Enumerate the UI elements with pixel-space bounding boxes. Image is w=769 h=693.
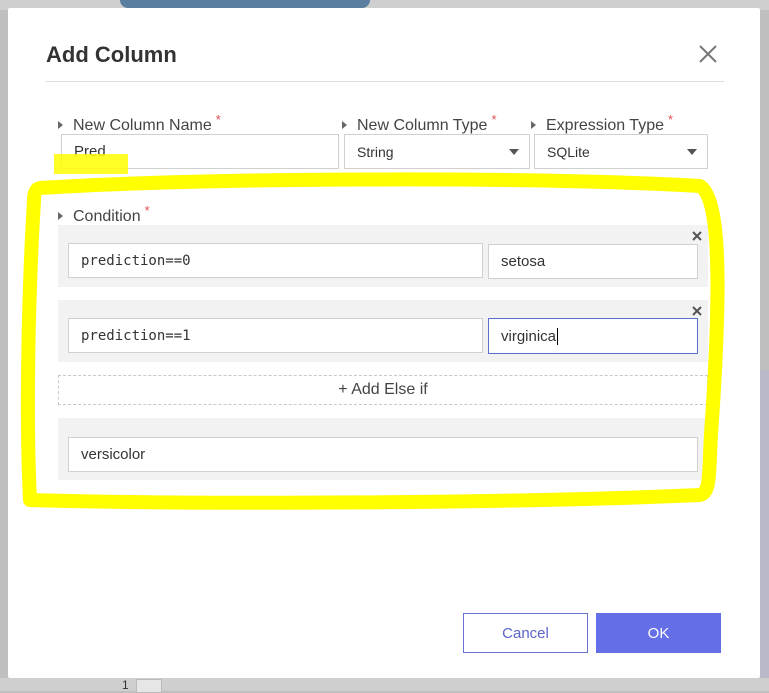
caret-icon <box>531 121 536 129</box>
caret-icon <box>58 121 63 129</box>
background-panel <box>760 370 769 691</box>
expression-type-value: SQLite <box>547 143 590 160</box>
cancel-button[interactable]: Cancel <box>463 613 588 653</box>
ok-label: OK <box>647 624 670 642</box>
ok-button[interactable]: OK <box>596 613 721 653</box>
condition-result-value: setosa <box>501 253 546 270</box>
chevron-down-icon <box>687 148 697 155</box>
condition-result-input[interactable]: setosa <box>488 244 698 279</box>
expression-type-select[interactable]: SQLite <box>534 134 708 169</box>
chevron-down-icon <box>509 148 519 155</box>
condition-label: Condition * <box>58 203 150 226</box>
title-divider <box>46 81 724 82</box>
condition-expression-value: prediction==1 <box>81 327 191 344</box>
background-row-number: 1 <box>122 678 129 692</box>
required-mark: * <box>491 112 497 127</box>
condition-result-input[interactable]: virginica <box>488 318 698 354</box>
add-else-if-button[interactable]: + Add Else if <box>58 375 708 405</box>
text-cursor <box>557 327 559 345</box>
dialog-title: Add Column <box>46 42 177 67</box>
condition-result-value: virginica <box>501 327 557 345</box>
column-name-value: Pred <box>74 143 106 160</box>
else-value-input[interactable]: versicolor <box>68 437 698 472</box>
cancel-label: Cancel <box>502 624 549 642</box>
required-mark: * <box>668 112 674 127</box>
caret-icon <box>342 121 347 129</box>
column-type-label-text: New Column Type <box>357 117 488 134</box>
remove-rule-icon[interactable] <box>691 304 703 316</box>
add-column-dialog: Add Column New Column Name * Pred New Col… <box>8 8 760 678</box>
condition-expression-input[interactable]: prediction==0 <box>68 243 483 278</box>
column-type-value: String <box>357 143 394 160</box>
column-type-select[interactable]: String <box>344 134 530 169</box>
required-mark: * <box>144 203 150 218</box>
add-else-if-label: + Add Else if <box>338 381 428 398</box>
condition-expression-input[interactable]: prediction==1 <box>68 318 483 353</box>
background-tab <box>120 0 370 8</box>
close-icon[interactable] <box>696 42 720 66</box>
caret-icon <box>58 212 63 220</box>
else-value: versicolor <box>81 446 146 463</box>
remove-rule-icon[interactable] <box>691 229 703 241</box>
expression-type-label-text: Expression Type <box>546 117 664 134</box>
column-type-label: New Column Type * <box>342 112 497 135</box>
column-name-input[interactable]: Pred <box>61 134 339 169</box>
condition-label-text: Condition <box>73 208 141 225</box>
expression-type-label: Expression Type * <box>531 112 673 135</box>
condition-expression-value: prediction==0 <box>81 252 191 269</box>
required-mark: * <box>215 112 221 127</box>
column-name-label-text: New Column Name <box>73 117 212 134</box>
column-name-label: New Column Name * <box>58 112 221 135</box>
background-footer <box>0 678 769 691</box>
